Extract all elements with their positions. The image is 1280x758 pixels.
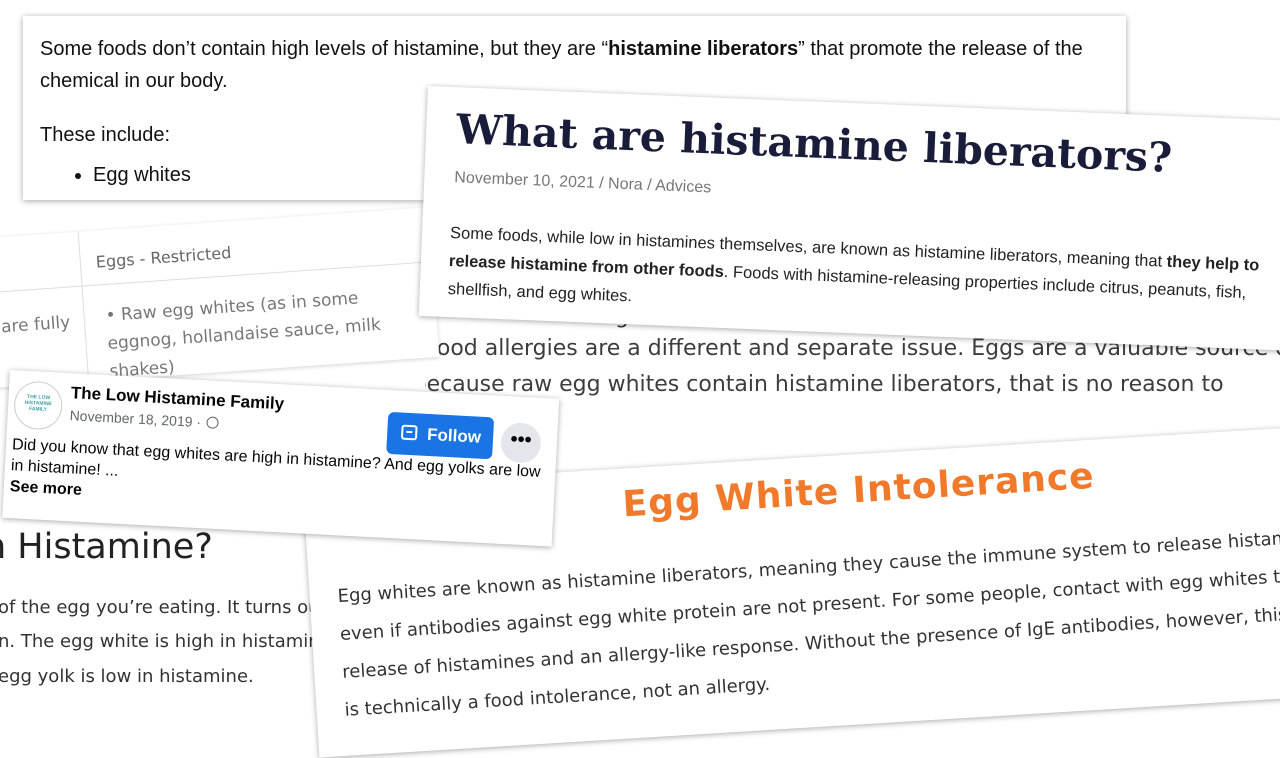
post-date[interactable]: November 18, 2019 · bbox=[69, 407, 220, 431]
globe-icon bbox=[206, 416, 220, 429]
article-body: Some foods, while low in histamines them… bbox=[447, 219, 1270, 336]
list-intro: These include: bbox=[40, 124, 171, 146]
article-line: of the egg you’re eating. It turns out, … bbox=[0, 597, 340, 618]
table-bullet-cell: • Raw egg whites (as in some eggnog, hol… bbox=[104, 288, 382, 382]
intolerance-body: Egg whites are known as histamine libera… bbox=[337, 517, 1280, 730]
facebook-post-card: THE LOW HISTAMINE FAMILY The Low Histami… bbox=[2, 370, 560, 547]
paragraph-text: Some foods don’t contain high levels of … bbox=[40, 38, 609, 60]
background-article: n Histamine? of the egg you’re eating. I… bbox=[0, 505, 340, 720]
article-title: What are histamine liberators? bbox=[455, 105, 1174, 182]
avatar-logo-text: THE LOW HISTAMINE FAMILY bbox=[24, 393, 52, 413]
bullet-icon bbox=[75, 173, 81, 179]
post-date-text: November 18, 2019 · bbox=[69, 407, 202, 431]
article-line: egg yolk is low in histamine. bbox=[0, 666, 254, 687]
paragraph-bold-text: histamine liberators bbox=[608, 38, 799, 60]
follow-button[interactable]: Follow bbox=[386, 411, 495, 460]
follow-page-icon bbox=[400, 424, 418, 441]
article-heading: n Histamine? bbox=[0, 527, 213, 567]
article-meta: November 10, 2021 / Nora / Advices bbox=[454, 169, 712, 197]
more-options-button[interactable]: ••• bbox=[499, 421, 542, 464]
background-line: many nutrients, and just because raw egg… bbox=[425, 372, 1224, 397]
eggs-restricted-table-card: Eggs - Restricted are fully • Raw egg wh… bbox=[0, 207, 440, 390]
table-cell: are fully bbox=[0, 312, 71, 338]
see-more-link[interactable]: See more bbox=[9, 478, 82, 500]
what-are-liberators-card: What are histamine liberators? November … bbox=[418, 86, 1280, 352]
list-item: Egg whites bbox=[93, 164, 191, 186]
intolerance-title: Egg White Intolerance bbox=[621, 455, 1096, 526]
article-line: n. The egg white is high in histamine s bbox=[0, 631, 340, 652]
follow-label: Follow bbox=[426, 424, 482, 447]
page-avatar[interactable]: THE LOW HISTAMINE FAMILY bbox=[12, 380, 64, 431]
article-paragraph: Some foods don’t contain high levels of … bbox=[40, 33, 1115, 97]
